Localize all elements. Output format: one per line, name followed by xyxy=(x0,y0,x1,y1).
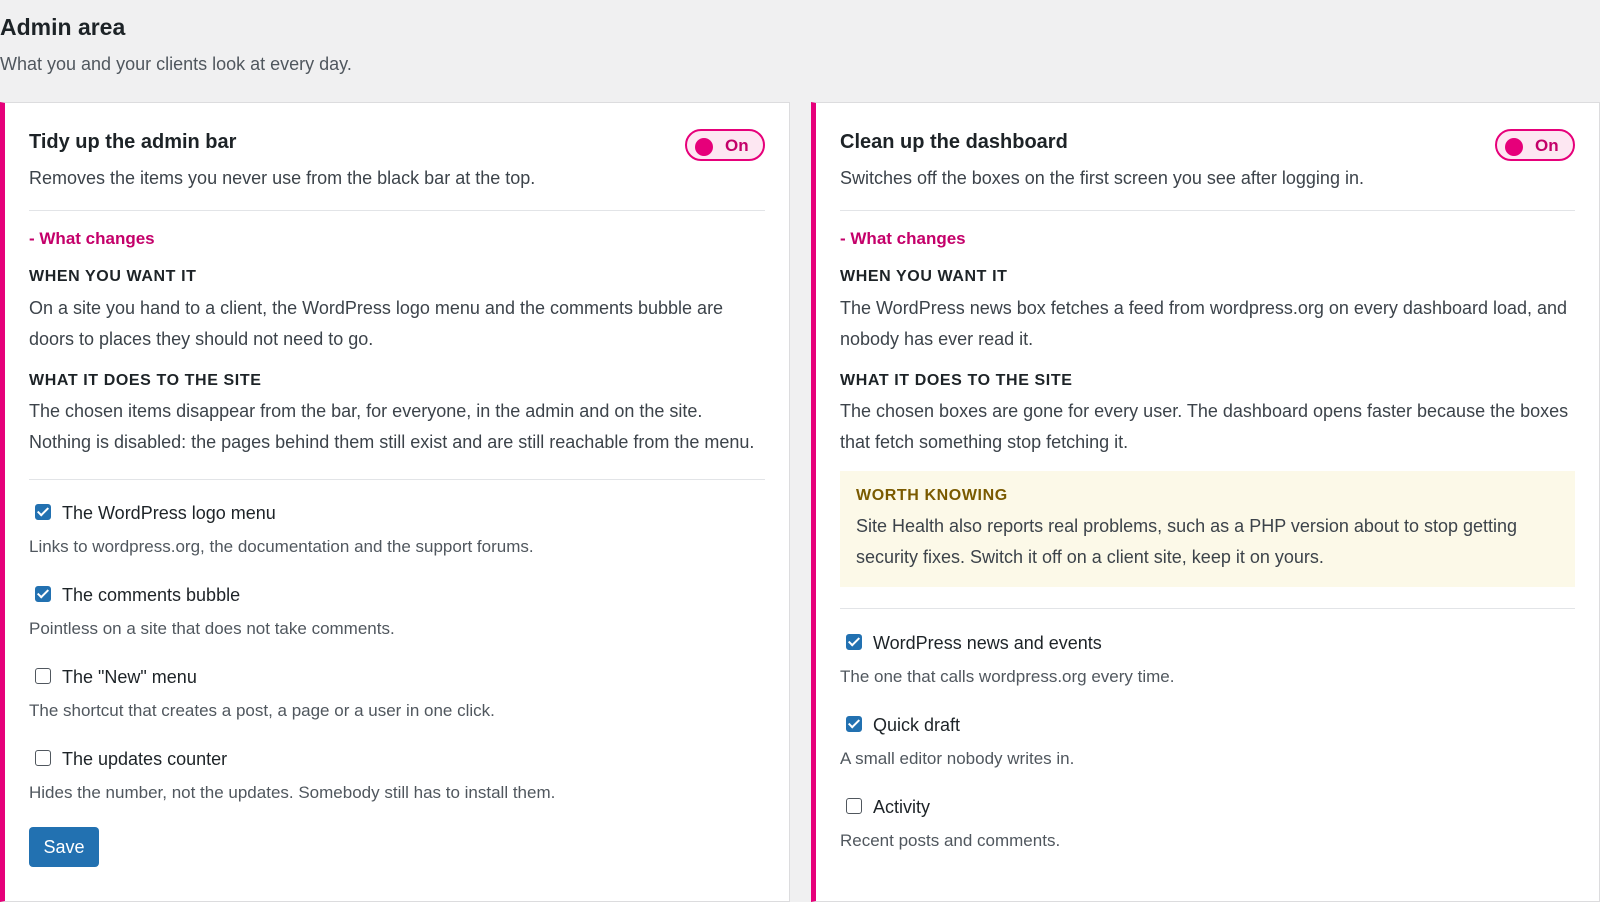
what-it-does-heading: WHAT IT DOES TO THE SITE xyxy=(840,372,1073,389)
option-label[interactable]: The comments bubble xyxy=(62,585,240,606)
save-button[interactable]: Save xyxy=(29,827,99,867)
dashboard-card: Clean up the dashboard On Switches off t… xyxy=(811,102,1600,902)
activity-checkbox[interactable] xyxy=(846,798,862,814)
what-changes-toggle-link[interactable]: - What changes xyxy=(840,229,966,249)
card-description: Switches off the boxes on the first scre… xyxy=(840,168,1364,188)
option-help: Recent posts and comments. xyxy=(840,831,1061,850)
option-help: Pointless on a site that does not take c… xyxy=(29,619,395,638)
toggle-label: On xyxy=(725,136,749,155)
card-title: Clean up the dashboard xyxy=(840,131,1068,153)
section-title: Admin area xyxy=(0,14,126,40)
updates-counter-checkbox[interactable] xyxy=(35,750,51,766)
what-changes-toggle-link[interactable]: - What changes xyxy=(29,229,155,249)
option-activity: Activity Recent posts and comments. xyxy=(840,797,1575,850)
option-help: A small editor nobody writes in. xyxy=(840,749,1075,768)
worth-knowing-note: WORTH KNOWING Site Health also reports r… xyxy=(840,471,1575,587)
divider xyxy=(840,608,1575,609)
what-it-does-heading: WHAT IT DOES TO THE SITE xyxy=(29,372,262,389)
new-menu-checkbox[interactable] xyxy=(35,668,51,684)
option-label[interactable]: Quick draft xyxy=(873,715,960,736)
toggle-knob xyxy=(695,138,713,156)
what-it-does-text: The chosen items disappear from the bar,… xyxy=(29,401,755,452)
option-updates-counter: The updates counter Hides the number, no… xyxy=(29,749,765,802)
option-new-menu: The "New" menu The shortcut that creates… xyxy=(29,667,765,720)
option-wordpress-news: WordPress news and events The one that c… xyxy=(840,633,1575,686)
divider xyxy=(29,210,765,211)
module-toggle[interactable]: On xyxy=(1495,129,1575,161)
toggle-knob xyxy=(1505,138,1523,156)
note-heading: WORTH KNOWING xyxy=(856,487,1008,504)
note-text: Site Health also reports real problems, … xyxy=(856,516,1518,567)
when-you-want-it-text: On a site you hand to a client, the Word… xyxy=(29,298,724,349)
divider xyxy=(840,210,1575,211)
quick-draft-checkbox[interactable] xyxy=(846,716,862,732)
option-label[interactable]: The "New" menu xyxy=(62,667,197,688)
section-subtitle: What you and your clients look at every … xyxy=(0,54,352,74)
option-quick-draft: Quick draft A small editor nobody writes… xyxy=(840,715,1575,768)
option-help: The one that calls wordpress.org every t… xyxy=(840,667,1175,686)
admin-bar-card: Tidy up the admin bar On Removes the ite… xyxy=(0,102,790,902)
option-label[interactable]: The WordPress logo menu xyxy=(62,503,276,524)
option-help: The shortcut that creates a post, a page… xyxy=(29,701,495,720)
wordpress-logo-menu-checkbox[interactable] xyxy=(35,504,51,520)
option-label[interactable]: Activity xyxy=(873,797,930,818)
divider xyxy=(29,479,765,480)
module-toggle[interactable]: On xyxy=(685,129,765,161)
when-you-want-it-heading: WHEN YOU WANT IT xyxy=(29,268,197,285)
toggle-label: On xyxy=(1535,136,1559,155)
admin-area-settings-page: Admin area What you and your clients loo… xyxy=(0,0,1600,902)
option-comments-bubble: The comments bubble Pointless on a site … xyxy=(29,585,765,638)
option-wordpress-logo-menu: The WordPress logo menu Links to wordpre… xyxy=(29,503,765,556)
what-it-does-text: The chosen boxes are gone for every user… xyxy=(840,401,1569,452)
when-you-want-it-heading: WHEN YOU WANT IT xyxy=(840,268,1008,285)
option-label[interactable]: The updates counter xyxy=(62,749,227,770)
when-you-want-it-text: The WordPress news box fetches a feed fr… xyxy=(840,298,1568,349)
card-title: Tidy up the admin bar xyxy=(29,131,237,153)
comments-bubble-checkbox[interactable] xyxy=(35,586,51,602)
option-help: Links to wordpress.org, the documentatio… xyxy=(29,537,534,556)
option-help: Hides the number, not the updates. Someb… xyxy=(29,783,556,802)
wordpress-news-checkbox[interactable] xyxy=(846,634,862,650)
option-label[interactable]: WordPress news and events xyxy=(873,633,1102,654)
card-description: Removes the items you never use from the… xyxy=(29,168,536,188)
